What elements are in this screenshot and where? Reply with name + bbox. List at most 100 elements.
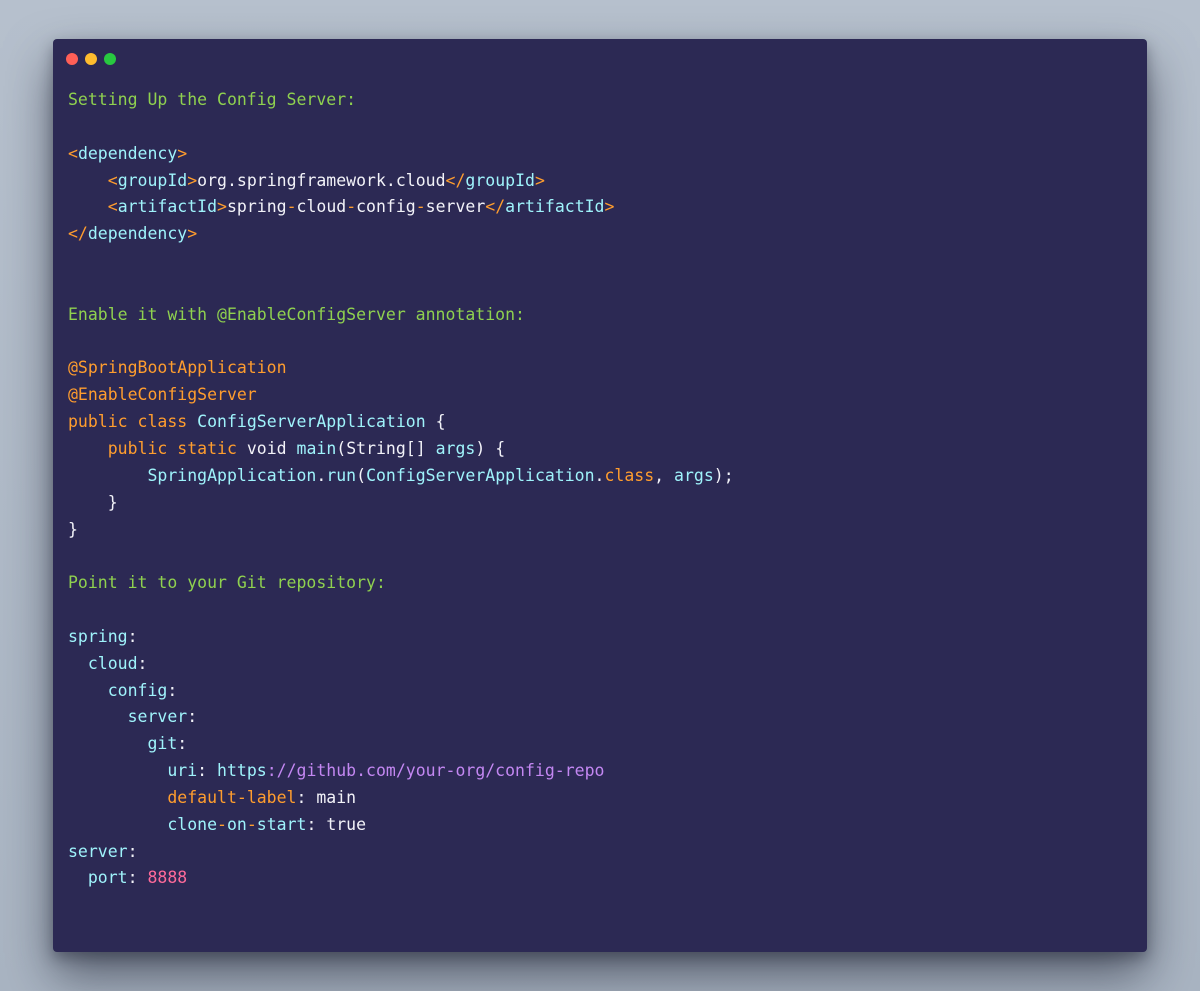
code-token: org.springframework.cloud [197,170,446,190]
code-token: void [236,438,297,458]
code-token: : [187,707,198,727]
code-window: Setting Up the Config Server: <dependenc… [53,39,1147,952]
code-token: : [197,761,218,781]
code-token: cloud [87,653,138,673]
code-line: config: [68,678,734,705]
code-line: @SpringBootApplication [68,355,734,382]
code-token: clone [167,814,218,834]
code-token: server [425,197,486,217]
code-line: @EnableConfigServer [68,382,734,409]
code-token: public [68,412,128,432]
code-line: SpringApplication.run(ConfigServerApplic… [68,463,734,490]
code-token: : [127,868,148,888]
code-line: spring: [68,624,734,651]
code-token: } [107,492,118,512]
code-line: public static void main(String[] args) { [68,436,734,463]
code-token: - [286,197,297,217]
code-token: 8888 [147,868,188,888]
code-token: - [415,197,426,217]
code-token: dependency [77,143,178,163]
code-token: config [356,197,416,217]
code-token: main [316,787,357,807]
code-token: </ [68,224,88,244]
code-token: > [217,197,227,217]
code-token: </ [445,170,466,190]
code-token: class [137,412,188,432]
code-token: } [68,519,78,539]
code-token: - [246,814,257,834]
code-token: ) { [475,438,506,458]
maximize-dot-icon[interactable] [104,53,116,65]
code-token: < [107,170,118,190]
code-token: : [127,626,138,646]
code-token: artifactId [505,197,605,217]
code-line: uri: https://github.com/your-org/config-… [68,758,734,785]
code-token: args [674,465,714,485]
code-token: on [226,814,247,834]
code-token: @SpringBootApplication [68,358,287,378]
code-line: Enable it with @EnableConfigServer annot… [68,302,734,329]
code-token: main [296,438,337,458]
code-token: dependency [87,224,188,244]
code-token: </ [485,197,506,217]
code-token: Point it to your Git repository: [68,573,386,593]
code-token: Setting Up the Config Server: [68,90,357,109]
code-token: spring [68,626,128,646]
minimize-dot-icon[interactable] [85,53,97,65]
code-token: > [604,197,615,217]
code-token: : [137,653,148,673]
code-token: port [87,868,128,888]
code-line: Point it to your Git repository: [68,570,734,597]
code-token: groupId [465,170,535,190]
code-token: artifactId [117,197,218,217]
code-token: < [68,143,78,163]
code-block: Setting Up the Config Server: <dependenc… [68,87,734,892]
code-token: < [107,197,118,217]
code-line: port: 8888 [68,865,734,892]
code-token: true [326,814,367,834]
code-token: static [177,438,237,458]
code-token: class [604,465,655,485]
code-token: uri [167,761,198,781]
code-line: </dependency> [68,221,734,248]
code-token: > [187,224,198,244]
code-token: git [147,734,178,754]
code-token: ); [713,465,734,485]
code-token: . [316,465,327,485]
code-token: : [296,787,317,807]
code-line: cloud: [68,651,734,678]
code-line: git: [68,731,734,758]
code-token: SpringApplication [147,465,317,485]
code-token: : [306,814,327,834]
code-token: default-label [167,787,297,807]
code-token: spring [226,197,287,217]
code-line: clone-on-start: true [68,812,734,839]
close-dot-icon[interactable] [66,53,78,65]
code-token: @EnableConfigServer [68,385,257,405]
code-token: : [167,680,178,700]
code-token: ://github.com/your-org/config-repo [266,761,605,781]
code-token: : [127,841,138,861]
code-line: public class ConfigServerApplication { [68,409,734,436]
window-controls [66,53,116,65]
code-line: } [68,490,734,517]
code-line: default-label: main [68,785,734,812]
code-line: server: [68,704,734,731]
code-line: } [68,517,734,544]
